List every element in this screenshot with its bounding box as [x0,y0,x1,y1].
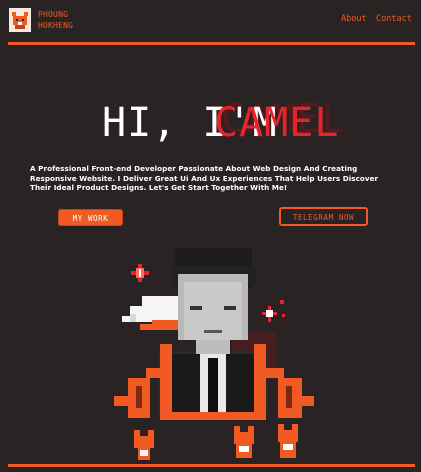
brand-line-2: HOKHENG [38,21,74,30]
hero-portrait-illustration [114,248,314,460]
fox-icon [134,430,154,460]
fox-icon [278,424,298,458]
portrait-photo [158,248,268,414]
sparkle-icon [262,300,285,322]
hero-name: CAMEL [214,100,339,144]
brand-line-1: PHOUNG [38,10,69,19]
nav-link-contact[interactable]: Contact [376,14,412,24]
fox-icon [234,426,254,458]
footer-divider [8,464,415,467]
my-work-button[interactable]: MY WORK [58,209,123,226]
fox-logo-icon[interactable] [9,8,31,32]
nav-link-about[interactable]: About [341,14,367,24]
header: PHOUNG HOKHENG About Contact [0,0,421,46]
sparkle-icon [131,264,149,282]
hero-title: CAMEL HI, I'M CAMEL [0,92,421,144]
header-divider [8,42,415,45]
telegram-now-button[interactable]: TELEGRAM NOW [279,207,368,226]
hero-intro-text: A Professional Front-end Developer Passi… [30,164,379,192]
brand-name[interactable]: PHOUNG HOKHENG [38,9,73,31]
